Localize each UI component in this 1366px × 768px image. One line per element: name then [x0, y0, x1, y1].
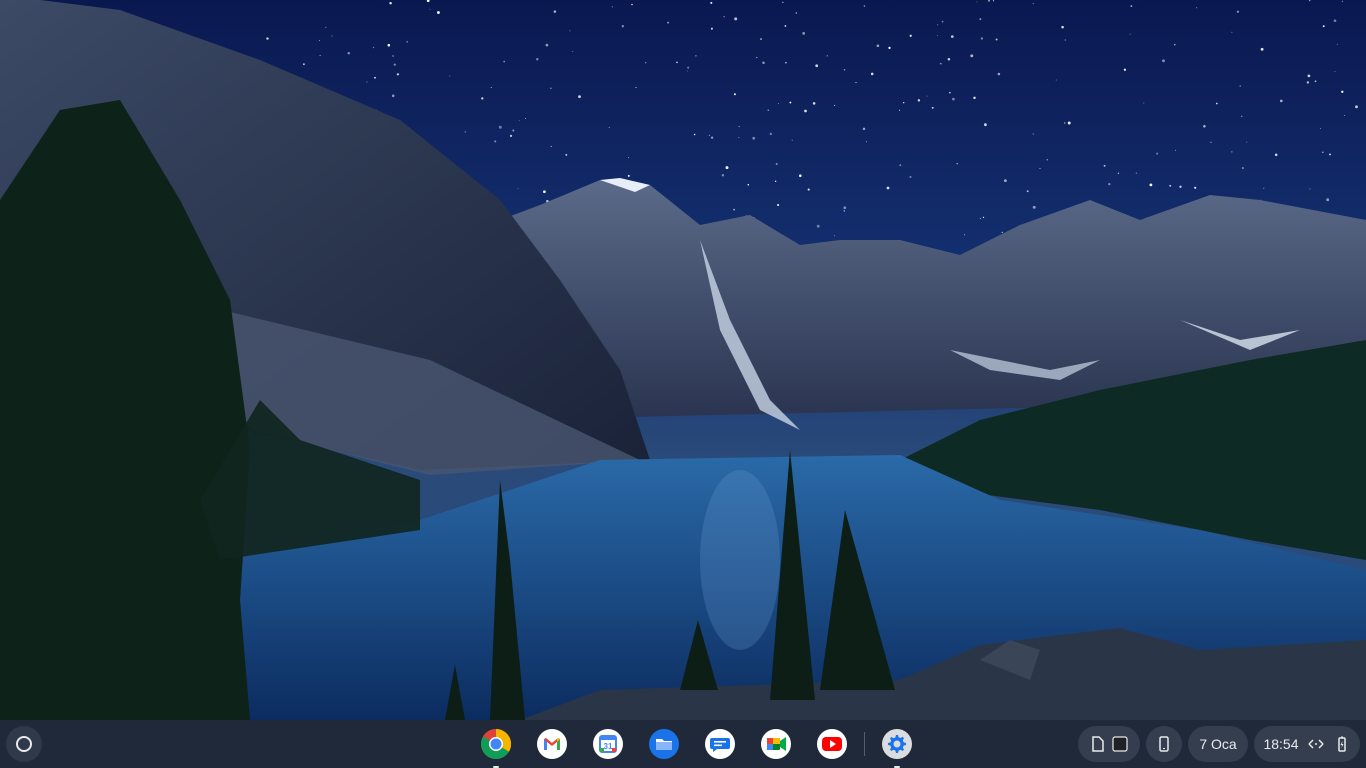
settings-app[interactable] [880, 727, 914, 768]
launcher-circle-icon [16, 736, 32, 752]
file-thumbnail-icon [1112, 736, 1128, 752]
messages-app[interactable] [703, 727, 737, 761]
meet-app[interactable] [759, 727, 793, 761]
clock-label: 18:54 [1263, 736, 1299, 752]
shelf-separator [864, 732, 865, 756]
calendar-icon: 31 [593, 729, 623, 759]
meet-icon [761, 729, 791, 759]
youtube-app[interactable] [815, 727, 849, 761]
gmail-icon [537, 729, 567, 759]
holding-space-icon [1092, 736, 1104, 752]
launcher-button[interactable] [6, 726, 42, 762]
battery-icon [1337, 736, 1346, 752]
pinned-apps: 31 [468, 720, 925, 768]
calendar-app[interactable]: 31 [591, 727, 625, 761]
chrome-icon [480, 729, 512, 760]
calendar-day-label: 31 [604, 742, 613, 751]
network-arrows-icon [1307, 739, 1324, 749]
settings-icon [882, 729, 912, 759]
status-tray: 7 Oca 18:54 [1078, 726, 1360, 762]
phone-hub-button[interactable] [1146, 726, 1182, 762]
phone-hub-icon [1159, 736, 1169, 752]
wallpaper-image [0, 0, 1366, 768]
system-status-button[interactable]: 18:54 [1254, 726, 1360, 762]
youtube-icon [817, 729, 847, 759]
files-app[interactable] [647, 727, 681, 761]
desktop-wallpaper [0, 0, 1366, 768]
gmail-app[interactable] [535, 727, 569, 761]
date-label: 7 Oca [1199, 736, 1237, 752]
holding-space-button[interactable] [1078, 726, 1140, 762]
date-tray-button[interactable]: 7 Oca [1188, 726, 1248, 762]
files-icon [649, 729, 679, 759]
chrome-app[interactable] [479, 727, 513, 768]
shelf: 31 7 Oca 18:54 [0, 720, 1366, 768]
messages-icon [705, 729, 735, 759]
